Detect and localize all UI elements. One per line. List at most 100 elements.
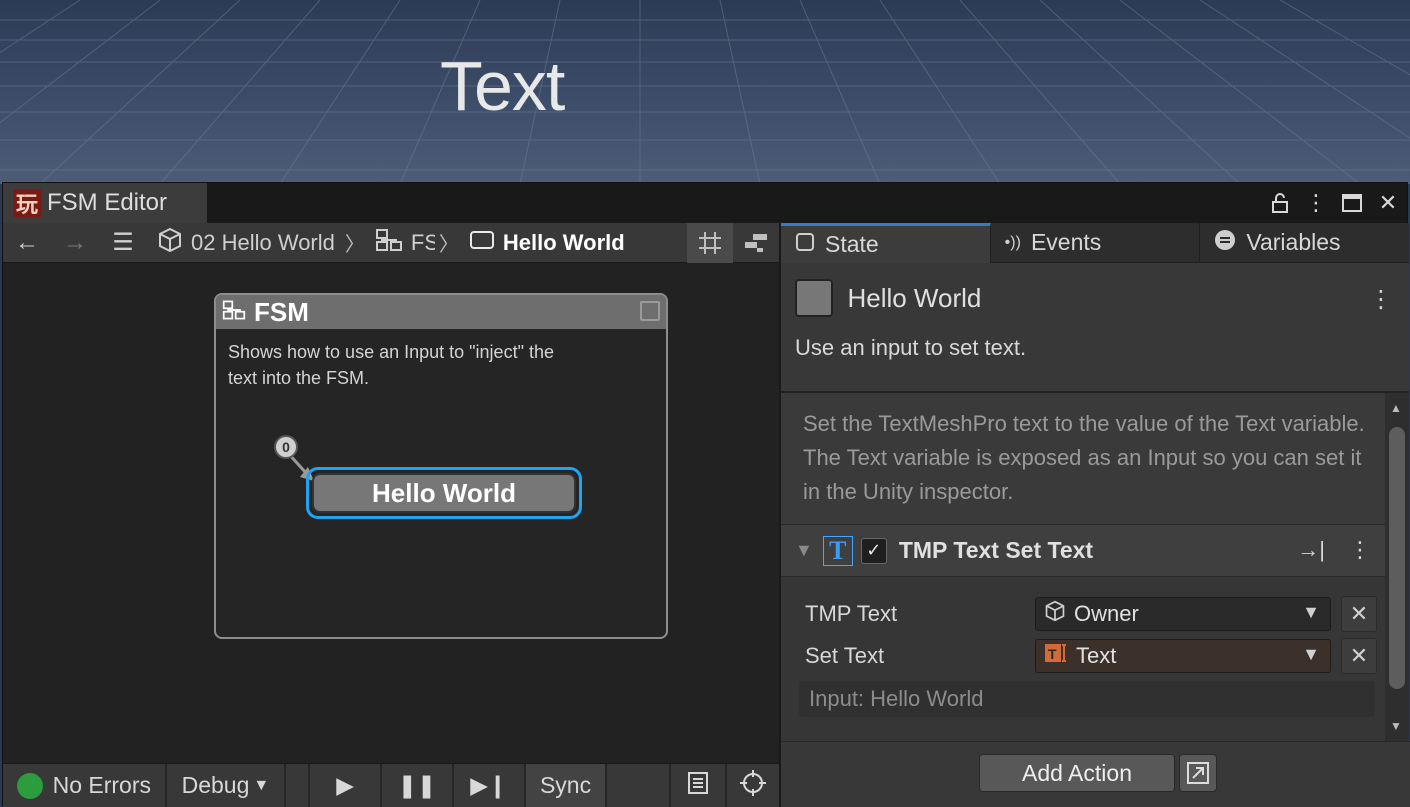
expand-icon[interactable]	[640, 301, 660, 321]
fsm-editor-window: 玩 FSM Editor ⋮ ✕ ← → ☰ 02 Hello World 〉	[2, 182, 1410, 807]
param-label: TMP Text	[805, 601, 898, 626]
layout-icon[interactable]	[733, 223, 779, 263]
clear-button[interactable]: ✕	[1341, 638, 1377, 674]
close-icon[interactable]: ✕	[1377, 189, 1399, 217]
editor-toolbar: ← → ☰ 02 Hello World 〉 FS 〉 Hello World	[3, 223, 779, 263]
scene-view: Text	[0, 0, 1410, 184]
target-button[interactable]	[727, 764, 779, 807]
tmp-text-dropdown[interactable]: Owner ▼	[1035, 597, 1331, 631]
scrollbar-thumb[interactable]	[1389, 427, 1405, 689]
breadcrumb-label: FS	[410, 229, 435, 255]
step-icon: ▶❙	[470, 772, 508, 798]
sync-button[interactable]: Sync	[525, 764, 608, 807]
log-button[interactable]	[671, 764, 728, 807]
kebab-icon[interactable]: ⋮	[1349, 537, 1371, 563]
hierarchy-icon	[222, 297, 246, 328]
breadcrumb-state[interactable]: Hello World	[469, 229, 625, 257]
error-status[interactable]: No Errors	[3, 764, 167, 807]
back-arrow-icon[interactable]: ←	[3, 223, 51, 263]
breadcrumb-label: 02 Hello World	[191, 229, 335, 255]
step-button[interactable]: ▶❙	[454, 764, 526, 807]
window-title-bar: ⋮ ✕	[207, 183, 1407, 223]
fsm-group-box[interactable]: FSM Shows how to use an Input to "inject…	[214, 293, 668, 639]
kebab-icon[interactable]: ⋮	[1305, 189, 1327, 217]
spacer	[286, 764, 311, 807]
svg-text:T: T	[1048, 646, 1057, 662]
text-variable-icon: T	[1044, 642, 1068, 670]
set-text-dropdown[interactable]: T Text ▼	[1035, 639, 1331, 673]
fsm-description: Shows how to use an Input to "inject" th…	[228, 342, 554, 388]
play-button[interactable]: ▶	[310, 764, 383, 807]
action-enabled-checkbox[interactable]: ✓	[860, 537, 887, 564]
tab-label: State	[825, 231, 879, 257]
start-marker-icon[interactable]: 0	[274, 435, 298, 459]
tab-state[interactable]: State	[781, 223, 991, 263]
breadcrumb-gameobject[interactable]: 02 Hello World	[157, 227, 335, 259]
play-icon: ▶	[336, 772, 354, 798]
editor-statusbar: No Errors Debug ▼ ▶ ❚❚ ▶❙ Sync	[3, 763, 779, 807]
menu-icon[interactable]: ☰	[99, 223, 147, 263]
arrow-to-end-icon[interactable]: →|	[1297, 537, 1325, 563]
playmaker-logo-icon: 玩	[13, 189, 41, 218]
add-action-button[interactable]: Add Action	[979, 754, 1175, 792]
dropdown-arrow-icon: ▼	[1302, 602, 1320, 622]
breadcrumb-label: Hello World	[502, 229, 625, 255]
state-icon	[469, 229, 495, 257]
status-label: No Errors	[52, 772, 151, 798]
collapse-triangle-icon[interactable]: ▼	[795, 540, 813, 561]
tab-label: Events	[1030, 229, 1102, 255]
maximize-icon[interactable]	[1341, 189, 1363, 217]
param-row-tmp-text: TMP Text Owner ▼ ✕	[781, 593, 1387, 635]
state-description-field[interactable]: Use an input to set text.	[795, 335, 1395, 361]
lock-icon[interactable]	[1269, 189, 1291, 217]
window-title: FSM Editor	[47, 189, 168, 216]
scroll-up-icon[interactable]: ▲	[1390, 401, 1402, 415]
param-row-set-text: Set Text T Text ▼ ✕	[781, 635, 1387, 677]
chevron-right-icon: 〉	[438, 234, 459, 256]
sync-label: Sync	[539, 772, 592, 798]
cube-icon	[157, 227, 183, 259]
state-header: Hello World ⋮ Use an input to set text.	[781, 263, 1409, 393]
action-title: TMP Text Set Text	[898, 537, 1094, 563]
dropdown-arrow-icon: ▼	[253, 776, 270, 794]
debug-dropdown[interactable]: Debug ▼	[167, 764, 287, 807]
tab-label: Variables	[1246, 229, 1341, 255]
inspector-tabs: State •)) Events Variables	[781, 223, 1410, 263]
popout-icon[interactable]	[1179, 754, 1217, 792]
spacer	[607, 764, 672, 807]
vertical-scrollbar[interactable]: ▲ ▼	[1385, 393, 1409, 741]
chevron-right-icon: 〉	[344, 234, 365, 256]
scene-text-object[interactable]: Text	[440, 46, 565, 126]
tab-events[interactable]: •)) Events	[990, 223, 1201, 263]
field-value: Text	[1076, 643, 1117, 668]
inspector-panel: State •)) Events Variables Hello World ⋮…	[779, 223, 1410, 807]
kebab-icon[interactable]: ⋮	[1369, 285, 1393, 314]
state-color-swatch[interactable]	[795, 279, 833, 317]
variables-icon	[1214, 229, 1236, 257]
inspector-footer: Add Action	[781, 741, 1410, 807]
actions-scroll-area: Set the TextMeshPro text to the value of…	[781, 393, 1387, 741]
broadcast-icon: •))	[1004, 233, 1021, 251]
breadcrumb-fsm[interactable]: FS	[375, 228, 435, 258]
state-node-hello-world[interactable]: Hello World	[306, 467, 582, 519]
fsm-title: FSM	[254, 296, 309, 327]
state-name-field[interactable]: Hello World	[847, 283, 981, 314]
scroll-down-icon[interactable]: ▼	[1390, 719, 1402, 733]
input-hint: Input: Hello World	[799, 681, 1375, 717]
pause-icon: ❚❚	[397, 772, 437, 798]
grid-icon[interactable]	[687, 223, 733, 263]
tab-variables[interactable]: Variables	[1200, 223, 1410, 263]
state-icon	[795, 232, 815, 258]
pause-button[interactable]: ❚❚	[382, 764, 454, 807]
cube-icon	[1044, 600, 1066, 628]
clear-button[interactable]: ✕	[1341, 596, 1377, 632]
graph-canvas[interactable]: FSM Shows how to use an Input to "inject…	[3, 263, 779, 763]
action-comment[interactable]: Set the TextMeshPro text to the value of…	[781, 393, 1387, 525]
field-value: Owner	[1074, 601, 1139, 626]
forward-arrow-icon[interactable]: →	[51, 223, 99, 263]
crosshair-icon	[739, 769, 767, 803]
window-tab[interactable]: 玩 FSM Editor	[3, 183, 207, 223]
action-header[interactable]: ▼ T ✓ TMP Text Set Text →| ⋮	[781, 525, 1387, 577]
scene-grid	[0, 0, 1410, 184]
log-icon	[687, 771, 709, 801]
